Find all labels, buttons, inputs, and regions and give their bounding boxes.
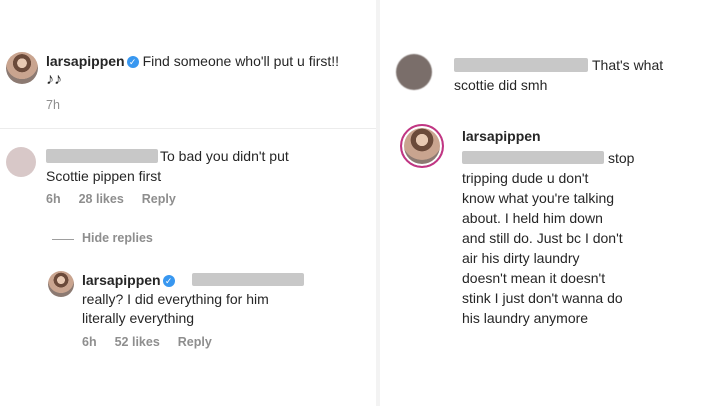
reply-author-avatar[interactable] — [400, 124, 444, 168]
comment-time: 6h — [46, 192, 61, 206]
reply-line-5: and still do. Just bc I don't — [462, 230, 623, 246]
reply-text-line1: really? I did everything for him — [82, 291, 269, 307]
post-time: 7h — [46, 98, 60, 112]
hide-replies-line — [52, 239, 74, 240]
reply-author-username[interactable]: larsapippen — [82, 272, 161, 288]
reply-text-line2: literally everything — [82, 310, 195, 326]
commenter-avatar[interactable] — [6, 147, 36, 177]
comment-meta: 6h 28 likes Reply — [46, 192, 194, 206]
reply-reply-button[interactable]: Reply — [178, 335, 212, 349]
redacted-username — [46, 149, 158, 163]
reply-line-7: doesn't mean it doesn't — [462, 270, 606, 286]
redacted-username — [454, 58, 588, 72]
post-author-avatar[interactable] — [6, 52, 38, 84]
redacted-mention — [192, 273, 304, 286]
comment-text-line1: That's what — [592, 57, 664, 73]
reply-likes[interactable]: 52 likes — [115, 335, 160, 349]
reply-line-4: about. I held him down — [462, 210, 603, 226]
post-caption: Find someone who'll put u first!! — [142, 53, 340, 69]
reply-line-6: air his dirty laundry — [462, 250, 580, 266]
right-comment-panel: That's what scottie did smh larsapippen … — [380, 0, 720, 406]
hide-replies-button[interactable]: Hide replies — [82, 231, 153, 245]
reply-meta: 6h 52 likes Reply — [82, 335, 230, 349]
reply-line-2: tripping dude u don't — [462, 170, 589, 186]
verified-badge-icon: ✓ — [162, 275, 175, 288]
post-caption-row: larsapippen ✓ Find someone who'll put u fi… — [46, 51, 339, 71]
post-author-username[interactable]: larsapippen — [46, 53, 125, 69]
post-caption-emoji: ♪♪ — [46, 71, 62, 88]
reply-line-3: know what you're talking — [462, 190, 615, 206]
comment-likes[interactable]: 28 likes — [79, 192, 124, 206]
left-comment-panel: larsapippen ✓ Find someone who'll put u fi… — [0, 0, 376, 406]
comment-text-line2: scottie did smh — [454, 77, 548, 93]
redacted-mention — [462, 151, 604, 164]
reply-time: 6h — [82, 335, 97, 349]
comment-text-line1: To bad you didn't put — [160, 148, 289, 164]
divider — [0, 128, 376, 129]
comment-text-line2: Scottie pippen first — [46, 168, 162, 184]
reply-author-username[interactable]: larsapippen — [462, 126, 541, 146]
verified-badge-icon: ✓ — [126, 56, 139, 69]
reply-header-row: larsapippen ✓ — [82, 270, 179, 290]
reply-author-avatar[interactable] — [48, 271, 74, 297]
comment-reply-button[interactable]: Reply — [142, 192, 176, 206]
reply-line-1: stop — [608, 150, 635, 166]
commenter-avatar[interactable] — [396, 54, 432, 90]
reply-line-9: his laundry anymore — [462, 310, 589, 326]
reply-line-8: stink I just don't wanna do — [462, 290, 623, 306]
